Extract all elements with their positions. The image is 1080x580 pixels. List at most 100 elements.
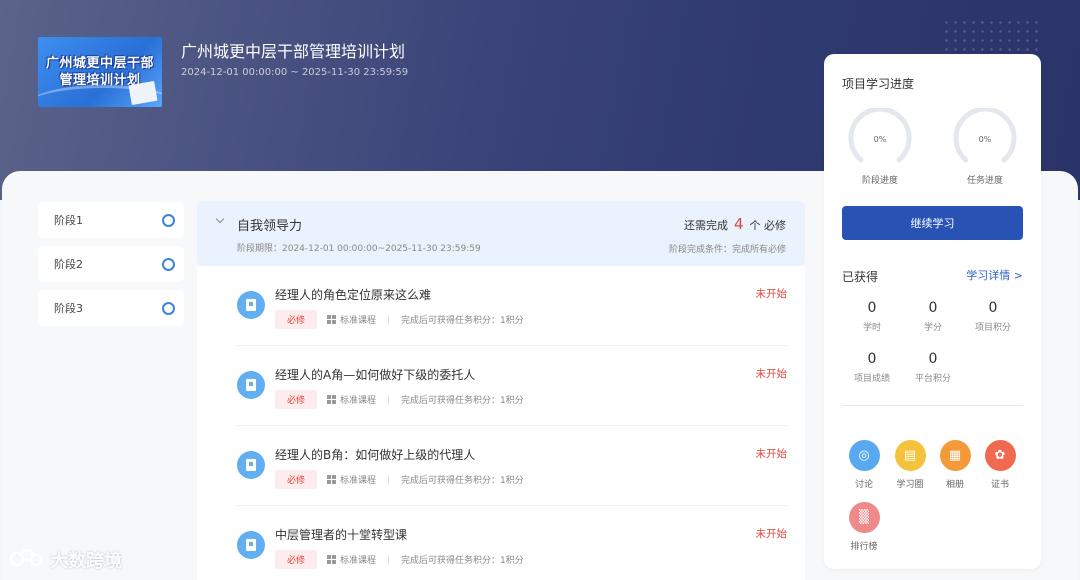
project-date-range: 2024-12-01 00:00:00 ~ 2025-11-30 23:59:5…: [181, 67, 409, 78]
required-tag: 必修: [275, 390, 318, 409]
stage-progress-label: 阶段进度: [861, 176, 898, 186]
project-title: 广州城更中层干部管理培训计划: [181, 42, 406, 61]
stat-label: 学分: [923, 323, 942, 333]
grid-icon: [327, 555, 337, 564]
stage-progress-gauge: 0% 阶段进度: [847, 108, 913, 186]
watermark-logo-icon: [10, 549, 44, 571]
chart-icon: ▒: [848, 502, 880, 533]
watermark-text: 大数跨境: [50, 551, 122, 572]
app-discussion[interactable]: ◎ 讨论: [839, 440, 889, 490]
course-title[interactable]: 经理人的A角—如何做好下级的委托人: [275, 366, 475, 383]
stage-item-3[interactable]: 阶段3: [38, 290, 184, 326]
course-status: 未开始: [755, 528, 788, 540]
course-item[interactable]: 经理人的B角：如何做好上级的代理人 未开始 必修 标准课程 完成后可获得任务积分…: [237, 426, 787, 506]
stage-header[interactable]: 自我领导力 阶段期限：2024-12-01 00:00:00~2025-11-3…: [197, 201, 805, 266]
app-label: 相册: [945, 480, 964, 490]
stage-label: 阶段2: [54, 258, 83, 271]
stage-name: 自我领导力: [237, 219, 303, 234]
stat-credits: 0 学分: [903, 300, 963, 333]
stage-status-icon: [162, 257, 175, 271]
stage-status-icon: [162, 213, 175, 227]
course-points: 完成后可获得任务积分：1积分: [401, 316, 524, 326]
stat-label: 学时: [862, 323, 881, 333]
course-item[interactable]: 经理人的角色定位原来这么难 未开始 必修 标准课程 完成后可获得任务积分：1积分: [237, 266, 787, 346]
stage-label: 阶段3: [54, 302, 83, 315]
stat-project-score: 0 项目成绩: [842, 351, 902, 384]
required-tag: 必修: [275, 550, 318, 569]
stage-progress-value: 0%: [873, 135, 887, 144]
course-status: 未开始: [755, 368, 788, 380]
course-type: 标准课程: [340, 556, 377, 566]
stage-period: 阶段期限：2024-12-01 00:00:00~2025-11-30 23:5…: [237, 244, 481, 254]
chevron-down-icon[interactable]: [215, 214, 225, 224]
stat-study-hours: 0 学时: [842, 300, 902, 333]
course-title[interactable]: 中层管理者的十堂转型课: [275, 526, 407, 543]
stat-label: 项目成绩: [853, 374, 890, 384]
task-progress-value: 0%: [978, 135, 992, 144]
stat-value: 0: [928, 300, 938, 316]
remain-suffix: 个 必修: [749, 219, 787, 232]
cover-title-line1: 广州城更中层干部: [45, 56, 154, 71]
divider: [842, 405, 1023, 406]
course-icon: [237, 291, 265, 319]
course-points: 完成后可获得任务积分：1积分: [401, 396, 524, 406]
course-icon: [237, 371, 265, 399]
grid-icon: [327, 315, 337, 324]
stat-label: 平台积分: [914, 374, 951, 384]
remain-prefix: 还需完成: [683, 219, 728, 232]
course-item[interactable]: 经理人的A角—如何做好下级的委托人 未开始 必修 标准课程 完成后可获得任务积分…: [237, 346, 787, 426]
note-icon: ▤: [894, 440, 926, 471]
task-progress-gauge: 0% 任务进度: [952, 108, 1018, 186]
badge-icon: ✿: [984, 440, 1016, 471]
progress-panel: 项目学习进度 0% 阶段进度 0% 任务进度 继续学习 已获得 学习详情 > 0…: [824, 54, 1041, 569]
progress-heading: 项目学习进度: [842, 77, 915, 91]
app-album[interactable]: ▦ 相册: [930, 440, 980, 490]
stat-value: 0: [867, 351, 877, 367]
stage-item-1[interactable]: 阶段1: [38, 202, 184, 238]
required-tag: 必修: [275, 310, 318, 329]
course-title[interactable]: 经理人的B角：如何做好上级的代理人: [275, 446, 475, 463]
project-cover-image: 广州城更中层干部 管理培训计划: [38, 37, 162, 107]
required-tag: 必修: [275, 470, 318, 489]
app-certificate[interactable]: ✿ 证书: [975, 440, 1025, 490]
grid-icon: [327, 475, 337, 484]
stage-list: 阶段1 阶段2 阶段3: [38, 202, 184, 334]
stage-label: 阶段1: [54, 214, 83, 227]
continue-learning-button[interactable]: 继续学习: [842, 206, 1023, 240]
course-type: 标准课程: [340, 476, 377, 486]
stat-platform-points: 0 平台积分: [903, 351, 963, 384]
app-label: 排行榜: [850, 542, 878, 552]
app-label: 讨论: [854, 480, 873, 490]
course-type: 标准课程: [340, 316, 377, 326]
grid-icon: [327, 395, 337, 404]
app-label: 学习圈: [896, 480, 924, 490]
remain-count: 4: [733, 215, 744, 233]
stat-value: 0: [867, 300, 877, 316]
stage-status-icon: [162, 301, 175, 315]
course-type: 标准课程: [340, 396, 377, 406]
app-leaderboard[interactable]: ▒ 排行榜: [839, 502, 889, 552]
watermark: 大数跨境: [10, 547, 122, 573]
course-icon: [237, 451, 265, 479]
course-status: 未开始: [755, 288, 788, 300]
stat-value: 0: [928, 351, 938, 367]
remaining-required: 还需完成 4 个 必修: [684, 215, 786, 233]
app-label: 证书: [990, 480, 1009, 490]
stage-item-2[interactable]: 阶段2: [38, 246, 184, 282]
stat-label: 项目积分: [974, 323, 1011, 333]
course-points: 完成后可获得任务积分：1积分: [401, 476, 524, 486]
stage-condition: 阶段完成条件：完成所有必修: [668, 245, 786, 255]
image-icon: ▦: [939, 440, 971, 471]
task-progress-label: 任务进度: [966, 176, 1003, 186]
stat-value: 0: [988, 300, 998, 316]
earned-heading: 已获得: [842, 270, 879, 284]
course-item[interactable]: 中层管理者的十堂转型课 未开始 必修 标准课程 完成后可获得任务积分：1积分: [237, 506, 787, 580]
chat-icon: ◎: [848, 440, 880, 471]
course-points: 完成后可获得任务积分：1积分: [401, 556, 524, 566]
app-study-circle[interactable]: ▤ 学习圈: [885, 440, 935, 490]
course-list: 经理人的角色定位原来这么难 未开始 必修 标准课程 完成后可获得任务积分：1积分…: [197, 266, 805, 580]
course-status: 未开始: [755, 448, 788, 460]
stat-project-points: 0 项目积分: [963, 300, 1023, 333]
course-title[interactable]: 经理人的角色定位原来这么难: [275, 286, 431, 303]
learning-details-link[interactable]: 学习详情 >: [966, 267, 1023, 283]
